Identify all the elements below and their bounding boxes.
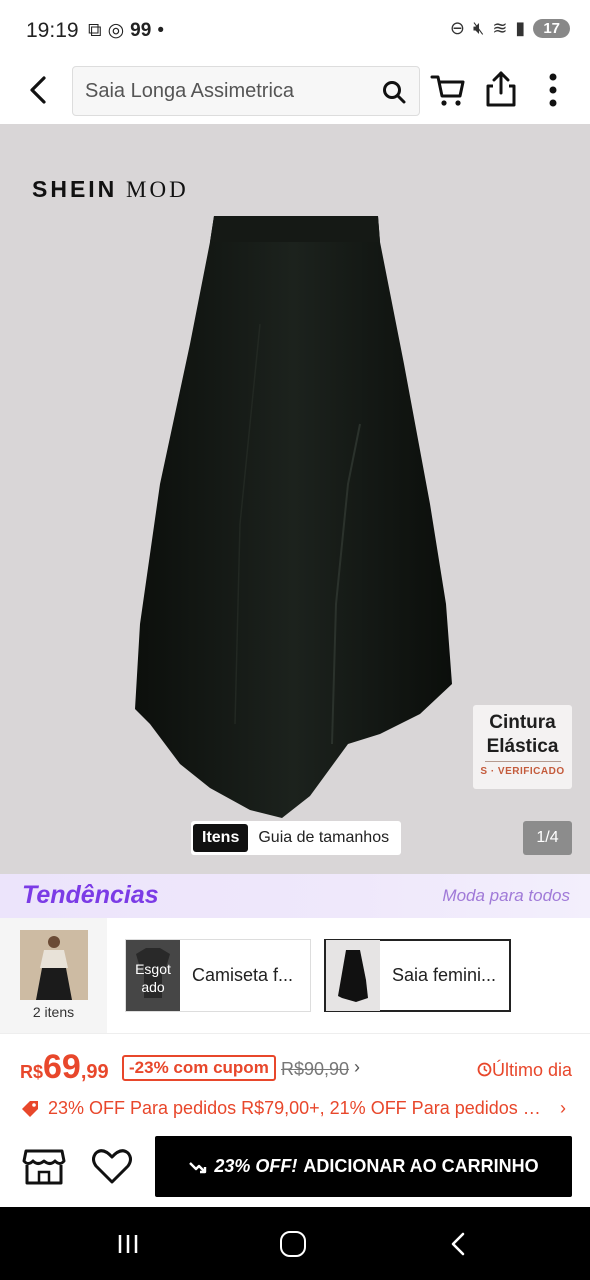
variant-card-skirt[interactable]: Saia femini... bbox=[324, 939, 511, 1012]
store-icon[interactable] bbox=[22, 1145, 66, 1187]
original-price: R$90,90 bbox=[281, 1059, 350, 1079]
heart-icon[interactable] bbox=[90, 1145, 134, 1187]
top-header: Saia Longa Assimetrica bbox=[0, 62, 590, 124]
trend-down-icon bbox=[189, 1161, 207, 1173]
tab-size-guide[interactable]: Guia de tamanhos bbox=[258, 829, 389, 847]
outfit-item-count: 2 itens bbox=[32, 1004, 75, 1020]
elastic-waist-badge: Cintura Elástica S · VERIFICADO bbox=[473, 705, 572, 789]
current-price: R$69,99 bbox=[20, 1048, 109, 1086]
soldout-overlay: Esgot ado bbox=[126, 940, 180, 1011]
promo-banner[interactable]: 23% OFF Para pedidos R$79,00+, 21% OFF P… bbox=[20, 1098, 572, 1119]
signal-icon: ▮ bbox=[515, 18, 526, 38]
verified-label: S · VERIFICADO bbox=[480, 766, 565, 777]
recent-apps-icon[interactable] bbox=[116, 1233, 140, 1255]
status-notification-icons: ⧉ ◎ 99 • bbox=[88, 19, 164, 42]
skirt-thumbnail bbox=[326, 940, 380, 1011]
promo-text: 23% OFF Para pedidos R$79,00+, 21% OFF P… bbox=[48, 1098, 553, 1118]
more-options-icon[interactable] bbox=[540, 70, 566, 110]
tab-items[interactable]: Itens bbox=[193, 824, 249, 852]
add-to-cart-discount: 23% OFF! bbox=[214, 1156, 298, 1176]
image-tabs: Itens Guia de tamanhos bbox=[191, 821, 402, 855]
badge-divider bbox=[484, 761, 561, 762]
variant-label: Saia femini... bbox=[392, 965, 497, 985]
tshirt-thumbnail: Esgot ado bbox=[126, 940, 180, 1011]
back-arrow-icon[interactable] bbox=[20, 70, 60, 110]
clock-icon bbox=[477, 1062, 492, 1077]
wifi-icon: ≋ bbox=[492, 18, 508, 38]
price-section: R$69,99 -23% com cupom R$90,90 › Último … bbox=[0, 1033, 590, 1135]
battery-icon: 17 bbox=[533, 19, 570, 38]
last-day-timer: Último dia bbox=[477, 1060, 572, 1081]
system-navigation-bar bbox=[0, 1207, 590, 1280]
notification-count: 99 bbox=[130, 19, 152, 41]
search-value: Saia Longa Assimetrica bbox=[85, 80, 295, 102]
status-time: 19:19 bbox=[26, 19, 79, 42]
chevron-right-icon[interactable]: › bbox=[354, 1057, 360, 1078]
badge-title-line1: Cintura bbox=[489, 712, 556, 733]
trends-banner[interactable]: Tendências Moda para todos bbox=[0, 874, 590, 918]
add-to-cart-label: ADICIONAR AO CARRINHO bbox=[303, 1156, 539, 1176]
screenshot-icon: ⧉ bbox=[88, 19, 102, 41]
dnd-icon: ⊖ bbox=[449, 18, 465, 38]
chevron-right-icon[interactable]: › bbox=[560, 1098, 566, 1119]
image-page-counter: 1/4 bbox=[523, 821, 572, 855]
coupon-discount-tag[interactable]: -23% com cupom bbox=[122, 1055, 276, 1081]
search-input[interactable]: Saia Longa Assimetrica bbox=[72, 66, 420, 116]
product-image-gallery[interactable]: SHEIN MOD Cintura Elástica S · VERIFICAD… bbox=[0, 124, 590, 874]
dot-icon: • bbox=[157, 19, 164, 41]
action-bar: 23% OFF! ADICIONAR AO CARRINHO bbox=[0, 1135, 590, 1207]
tag-icon bbox=[22, 1100, 38, 1117]
add-to-cart-button[interactable]: 23% OFF! ADICIONAR AO CARRINHO bbox=[155, 1136, 572, 1197]
cart-icon[interactable] bbox=[430, 72, 466, 108]
home-icon[interactable] bbox=[280, 1231, 306, 1257]
trends-title: Tendências bbox=[22, 881, 159, 909]
variant-card-tshirt[interactable]: Esgot ado Camiseta f... bbox=[125, 939, 311, 1012]
outfit-variants: 2 itens Esgot ado Camiseta f... Saia fem… bbox=[0, 918, 590, 1033]
whatsapp-icon: ◎ bbox=[107, 20, 125, 41]
brand-logo: SHEIN MOD bbox=[32, 176, 189, 202]
search-icon[interactable] bbox=[381, 79, 407, 105]
outfit-thumbnail bbox=[20, 930, 88, 1000]
mute-icon: 🔇︎ bbox=[472, 18, 485, 38]
status-bar: 19:19 ⧉ ◎ 99 • ⊖ 🔇︎ ≋ ▮ 17 bbox=[0, 0, 590, 62]
outfit-summary[interactable]: 2 itens bbox=[0, 918, 107, 1033]
share-icon[interactable] bbox=[484, 70, 518, 108]
trends-subtitle: Moda para todos bbox=[442, 886, 570, 905]
nav-back-icon[interactable] bbox=[448, 1231, 468, 1257]
badge-title-line2: Elástica bbox=[486, 736, 559, 757]
variant-label: Camiseta f... bbox=[192, 965, 294, 985]
status-system-icons: ⊖ 🔇︎ ≋ ▮ 17 bbox=[450, 18, 570, 39]
